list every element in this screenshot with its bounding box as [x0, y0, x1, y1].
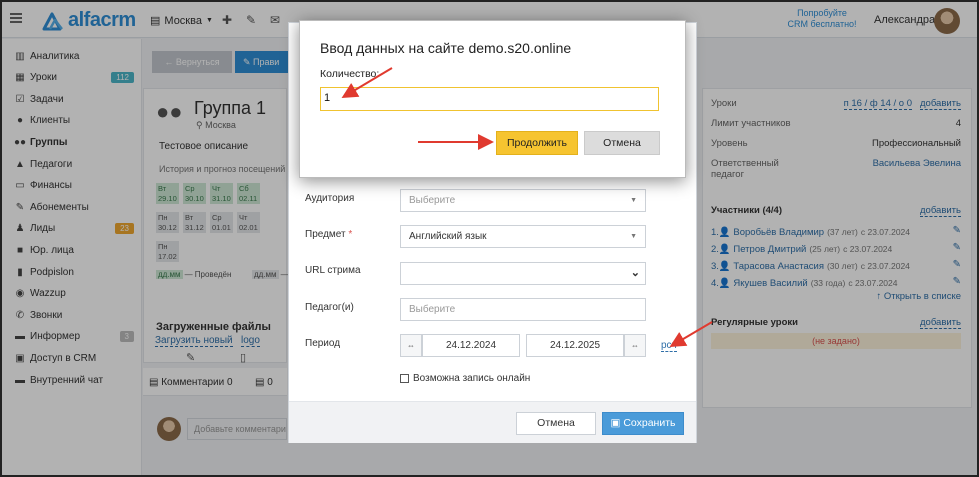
quantity-label: Количество:	[320, 68, 380, 80]
room-placeholder: Выберите	[409, 195, 456, 206]
teacher-select[interactable]: Выберите	[400, 298, 646, 321]
period-label: Период	[305, 338, 341, 349]
date-end-field[interactable]: 24.12.2025	[526, 334, 624, 357]
date-start-toggle[interactable]: ⇔	[400, 334, 422, 357]
floppy-icon: ▣	[610, 417, 621, 429]
modal-cancel-button[interactable]: Отмена	[516, 412, 596, 435]
online-checkbox[interactable]: Возможна запись онлайн	[400, 373, 530, 384]
dialog-title: Ввод данных на сайте demo.s20.online	[320, 40, 572, 56]
continue-button[interactable]: Продолжить	[496, 131, 578, 155]
stream-select[interactable]: ⌄	[400, 262, 646, 285]
caret-down-icon: ▼	[630, 233, 637, 240]
room-label: Аудитория	[305, 193, 355, 204]
save-label: Сохранить	[623, 417, 676, 429]
subject-select[interactable]: Английский язык ▼	[400, 225, 646, 248]
dialog-cancel-button[interactable]: Отмена	[584, 131, 660, 155]
date-end-toggle[interactable]: ⇔	[624, 334, 646, 357]
quantity-input[interactable]: 1	[320, 87, 659, 111]
rsch-link[interactable]: рсч	[661, 340, 677, 352]
teacher-field-label: Педагог(и)	[305, 302, 354, 313]
checkbox-box[interactable]	[400, 374, 409, 383]
room-select[interactable]: Выберите ▼	[400, 189, 646, 212]
modal-footer: Отмена ▣ Сохранить	[289, 401, 696, 443]
date-start-field[interactable]: 24.12.2024	[422, 334, 520, 357]
teacher-placeholder: Выберите	[409, 304, 456, 315]
prompt-dialog: Ввод данных на сайте demo.s20.online Кол…	[299, 20, 686, 178]
subject-label: Предмет *	[305, 229, 352, 240]
app-frame: alfacrm ▤ Москва ▼ ✚ ✎ ✉ Попробуйте CRM …	[0, 0, 979, 477]
subject-label-text: Предмет	[305, 229, 346, 240]
caret-down-icon: ▼	[630, 197, 637, 204]
subject-value: Английский язык	[409, 231, 487, 242]
chevron-down-icon: ⌄	[630, 267, 640, 279]
save-button[interactable]: ▣ Сохранить	[602, 412, 684, 435]
online-label: Возможна запись онлайн	[413, 373, 531, 384]
required-mark: *	[348, 229, 353, 240]
stream-label: URL стрима	[305, 265, 361, 276]
